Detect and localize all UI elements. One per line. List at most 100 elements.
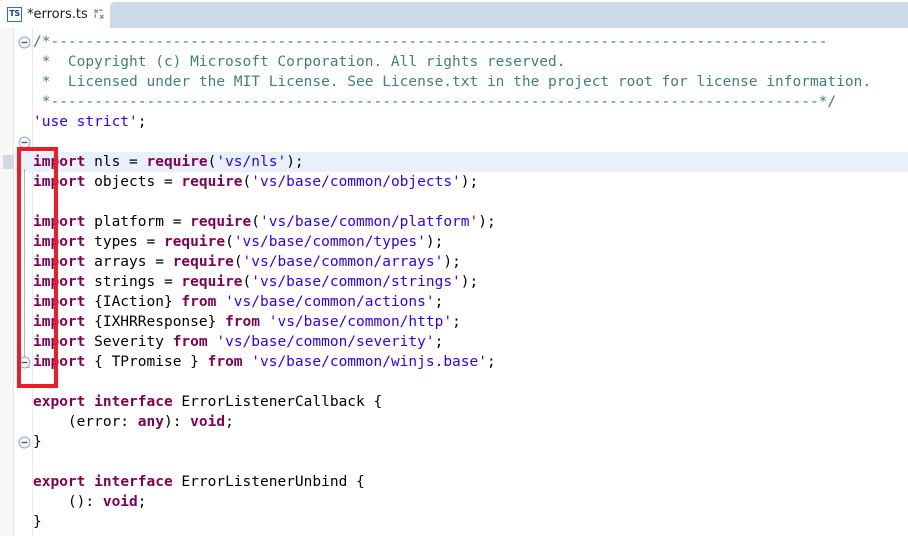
code-token: from xyxy=(172,334,208,350)
code-token: import xyxy=(33,354,86,370)
code-token: strings = xyxy=(85,274,182,290)
code-token: objects = xyxy=(85,174,182,190)
code-token: 'vs/base/common/platform' xyxy=(260,214,479,230)
tab-errors-ts[interactable]: TS *errors.ts xyxy=(0,0,108,28)
code-token: {IXHRResponse} xyxy=(85,314,226,330)
code-line: import objects = require('vs/base/common… xyxy=(33,172,908,192)
code-line: } xyxy=(33,432,908,452)
code-token: import xyxy=(33,214,86,230)
code-token: (error: xyxy=(33,414,138,430)
code-line: import arrays = require('vs/base/common/… xyxy=(33,252,908,272)
code-line: (error: any): void; xyxy=(33,412,908,432)
close-icon[interactable] xyxy=(93,8,105,20)
code-token: 'vs/base/common/arrays' xyxy=(242,254,444,270)
code-token: import xyxy=(33,154,86,170)
code-token: 'use strict' xyxy=(33,114,138,130)
code-token: ); xyxy=(478,214,496,230)
code-line: import Severity from 'vs/base/common/sev… xyxy=(33,332,908,352)
code-token: ): xyxy=(163,414,191,430)
code-token: export xyxy=(33,394,86,410)
tab-label: *errors.ts xyxy=(27,6,88,22)
code-token: (): xyxy=(33,494,103,510)
code-line: } xyxy=(33,512,908,532)
code-token: ); xyxy=(460,174,479,190)
code-line: import strings = require('vs/base/common… xyxy=(33,272,908,292)
code-line: *---------------------------------------… xyxy=(33,92,908,112)
code-token: 'vs/base/common/winjs.base' xyxy=(251,354,487,370)
code-token: * Copyright (c) Microsoft Corporation. A… xyxy=(33,54,566,70)
code-token: ; xyxy=(452,314,461,330)
code-token: ; xyxy=(434,334,444,350)
code-token: 'vs/base/common/strings' xyxy=(251,274,461,290)
code-token: 'vs/base/common/types' xyxy=(233,234,426,250)
code-token: void xyxy=(190,414,226,430)
code-token: ( xyxy=(233,254,243,270)
code-line: export interface ErrorListenerCallback { xyxy=(33,392,908,412)
code-token: import xyxy=(33,274,86,290)
code-token: 'vs/base/common/severity' xyxy=(216,334,435,350)
code-token: } xyxy=(33,514,42,530)
fold-guide-line xyxy=(24,169,25,367)
code-token: 'vs/base/common/http' xyxy=(268,314,453,330)
code-token: ); xyxy=(286,154,304,170)
code-token: platform = xyxy=(85,214,191,230)
code-token: ; xyxy=(486,354,496,370)
code-line: * Licensed under the MIT License. See Li… xyxy=(33,72,908,92)
fold-toggle-icon[interactable] xyxy=(18,136,31,149)
fold-toggle-icon[interactable] xyxy=(18,36,31,49)
code-text-area[interactable]: /*--------------------------------------… xyxy=(33,28,908,536)
code-token: from xyxy=(225,314,260,330)
tab-bar-empty-area xyxy=(110,2,908,28)
code-line: import {IXHRResponse} from 'vs/base/comm… xyxy=(33,312,908,332)
code-token: any xyxy=(137,414,164,430)
code-line: import platform = require('vs/base/commo… xyxy=(33,212,908,232)
code-token: /*--------------------------------------… xyxy=(33,34,828,50)
code-token: ; xyxy=(137,114,147,130)
code-token: ( xyxy=(225,234,234,250)
code-token: { TPromise } xyxy=(85,354,208,370)
code-line: import {IAction} from 'vs/base/common/ac… xyxy=(33,292,908,312)
code-token: ; xyxy=(434,294,444,310)
code-token: 'vs/base/common/actions' xyxy=(225,294,435,310)
code-token: export xyxy=(33,474,86,490)
code-line: import nls = require('vs/nls'); xyxy=(33,152,908,172)
code-line: import types = require('vs/base/common/t… xyxy=(33,232,908,252)
code-token: Severity xyxy=(85,334,173,350)
code-token: require xyxy=(181,174,243,190)
code-line: import { TPromise } from 'vs/base/common… xyxy=(33,352,908,372)
code-token: import xyxy=(33,314,86,330)
code-token: ); xyxy=(443,254,461,270)
code-token: 'vs/base/common/objects' xyxy=(251,174,461,190)
code-token: require xyxy=(172,254,234,270)
editor-tab-bar: TS *errors.ts xyxy=(0,0,908,28)
code-token: require xyxy=(181,274,243,290)
code-token: import xyxy=(33,254,86,270)
code-token: types = xyxy=(85,234,164,250)
code-line: (): void; xyxy=(33,492,908,512)
code-token: ); xyxy=(460,274,479,290)
code-token: from xyxy=(207,354,243,370)
code-token: interface xyxy=(94,474,173,490)
code-token: from xyxy=(181,294,217,310)
code-token: {IAction} xyxy=(85,294,182,310)
code-token: 'vs/nls' xyxy=(216,154,287,170)
fold-toggle-icon[interactable] xyxy=(18,356,31,369)
code-token: *---------------------------------------… xyxy=(33,94,837,110)
code-token: ; xyxy=(137,494,147,510)
annotation-ruler[interactable] xyxy=(0,28,14,536)
code-token: import xyxy=(33,294,86,310)
code-editor[interactable]: /*--------------------------------------… xyxy=(0,28,908,536)
code-token: ); xyxy=(425,234,444,250)
fold-toggle-icon[interactable] xyxy=(18,436,31,449)
code-token: import xyxy=(33,234,86,250)
code-token: void xyxy=(102,494,138,510)
code-token: ; xyxy=(225,414,234,430)
code-token: * Licensed under the MIT License. See Li… xyxy=(33,74,872,90)
code-line: * Copyright (c) Microsoft Corporation. A… xyxy=(33,52,908,72)
